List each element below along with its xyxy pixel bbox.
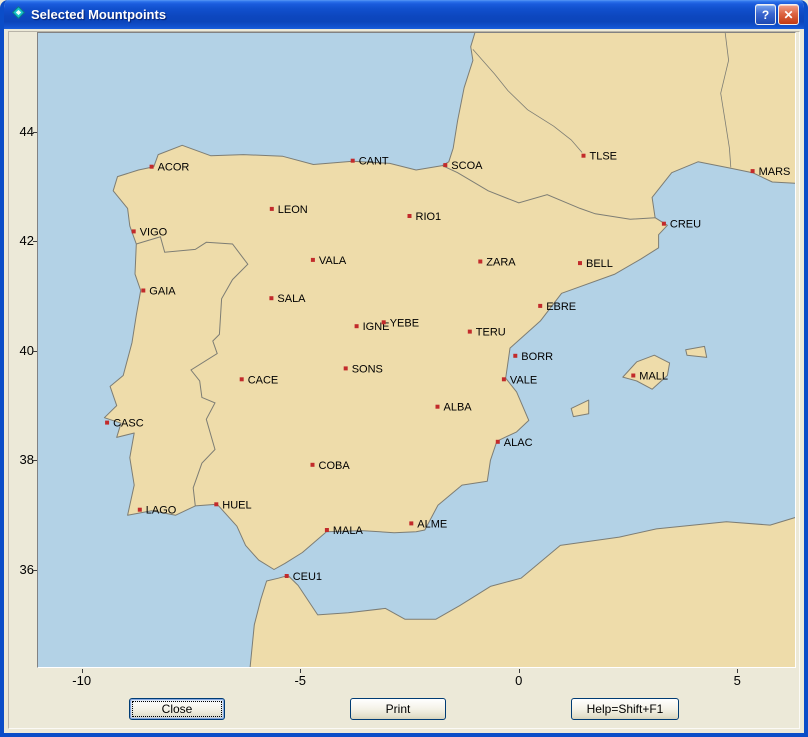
dialog-window: Selected Mountpoints ? ✕ ACOR VIGO CANT SCO…	[0, 0, 808, 737]
station-marker	[311, 258, 315, 262]
station-marker	[478, 260, 482, 264]
station-label: TERU	[476, 327, 506, 339]
x-tick-label: 5	[734, 674, 741, 688]
station-label: LAGO	[146, 505, 177, 517]
title-bar[interactable]: Selected Mountpoints ? ✕	[4, 0, 804, 29]
station-label: CACE	[248, 374, 279, 386]
plot-panel: ACOR VIGO CANT SCOA TLSE MARS LEON RIO1 CREU VALA…	[8, 31, 800, 729]
close-button[interactable]: Close	[129, 698, 225, 720]
station-marker	[285, 574, 289, 578]
station-marker	[496, 440, 500, 444]
x-tick-mark	[82, 669, 83, 673]
x-tick-label: -5	[294, 674, 306, 688]
dialog-client-area: ACOR VIGO CANT SCOA TLSE MARS LEON RIO1 CREU VALA…	[4, 29, 804, 733]
y-tick-mark	[33, 132, 37, 133]
station-label: MARS	[759, 166, 791, 178]
station-label: COBA	[319, 460, 351, 472]
station-marker	[105, 421, 109, 425]
station-marker	[214, 502, 218, 506]
x-tick-mark	[300, 669, 301, 673]
station-label: CASC	[113, 418, 144, 430]
station-label: EBRE	[546, 301, 576, 313]
station-marker	[502, 377, 506, 381]
station-marker	[355, 324, 359, 328]
station-label: CANT	[359, 156, 389, 168]
station-marker	[351, 159, 355, 163]
station-marker	[408, 214, 412, 218]
station-label: GAIA	[149, 286, 176, 298]
station-label: LEON	[278, 204, 308, 216]
x-tick-mark	[519, 669, 520, 673]
help-shortcut-button[interactable]: Help=Shift+F1	[571, 698, 679, 720]
station-marker	[138, 508, 142, 512]
station-marker	[538, 304, 542, 308]
station-label: VALA	[319, 255, 347, 267]
y-tick-label: 44	[10, 125, 34, 139]
station-label: CREU	[670, 219, 701, 231]
station-marker	[436, 405, 440, 409]
station-marker	[751, 169, 755, 173]
station-marker	[443, 163, 447, 167]
mountpoints-map: ACOR VIGO CANT SCOA TLSE MARS LEON RIO1 CREU VALA…	[38, 33, 795, 667]
station-label: ALME	[417, 518, 447, 530]
station-label: SCOA	[451, 160, 483, 172]
station-marker	[132, 229, 136, 233]
station-marker	[631, 374, 635, 378]
close-window-button[interactable]: ✕	[778, 4, 799, 25]
button-row: Close Print Help=Shift+F1	[9, 698, 799, 720]
x-tick-label: -10	[72, 674, 91, 688]
station-marker	[150, 165, 154, 169]
station-label: BORR	[521, 351, 553, 363]
station-marker	[141, 289, 145, 293]
y-tick-mark	[33, 241, 37, 242]
station-label: CEU1	[293, 571, 322, 583]
y-tick-mark	[33, 570, 37, 571]
y-tick-mark	[33, 351, 37, 352]
y-tick-label: 38	[10, 453, 34, 467]
station-label: YEBE	[390, 317, 419, 329]
station-marker	[240, 377, 244, 381]
print-button[interactable]: Print	[350, 698, 446, 720]
station-marker	[311, 463, 315, 467]
map-canvas: ACOR VIGO CANT SCOA TLSE MARS LEON RIO1 CREU VALA…	[37, 32, 796, 668]
station-label: ZARA	[486, 257, 516, 269]
station-label: ALAC	[504, 437, 533, 449]
station-label: MALL	[639, 371, 668, 383]
station-marker	[270, 207, 274, 211]
station-label: HUEL	[222, 499, 251, 511]
station-label: SALA	[277, 293, 306, 305]
station-label: ALBA	[444, 402, 473, 414]
station-label: ACOR	[158, 162, 190, 174]
station-label: TLSE	[590, 151, 618, 163]
station-marker	[582, 154, 586, 158]
station-marker	[513, 354, 517, 358]
context-help-button[interactable]: ?	[755, 4, 776, 25]
station-marker	[409, 521, 413, 525]
station-label: SONS	[352, 363, 383, 375]
y-tick-mark	[33, 460, 37, 461]
window-title: Selected Mountpoints	[31, 7, 753, 22]
station-label: VIGO	[140, 226, 168, 238]
y-tick-label: 40	[10, 344, 34, 358]
station-label: VALE	[510, 374, 537, 386]
station-label: MALA	[333, 525, 364, 537]
x-tick-label: 0	[515, 674, 522, 688]
station-label: BELL	[586, 258, 613, 270]
station-marker	[382, 320, 386, 324]
station-marker	[344, 366, 348, 370]
x-tick-mark	[737, 669, 738, 673]
app-icon	[11, 5, 26, 25]
station-marker	[468, 330, 472, 334]
station-marker	[325, 528, 329, 532]
y-tick-label: 42	[10, 234, 34, 248]
station-marker	[269, 296, 273, 300]
station-marker	[662, 222, 666, 226]
station-marker	[578, 261, 582, 265]
y-tick-label: 36	[10, 563, 34, 577]
station-label: RIO1	[416, 211, 442, 223]
